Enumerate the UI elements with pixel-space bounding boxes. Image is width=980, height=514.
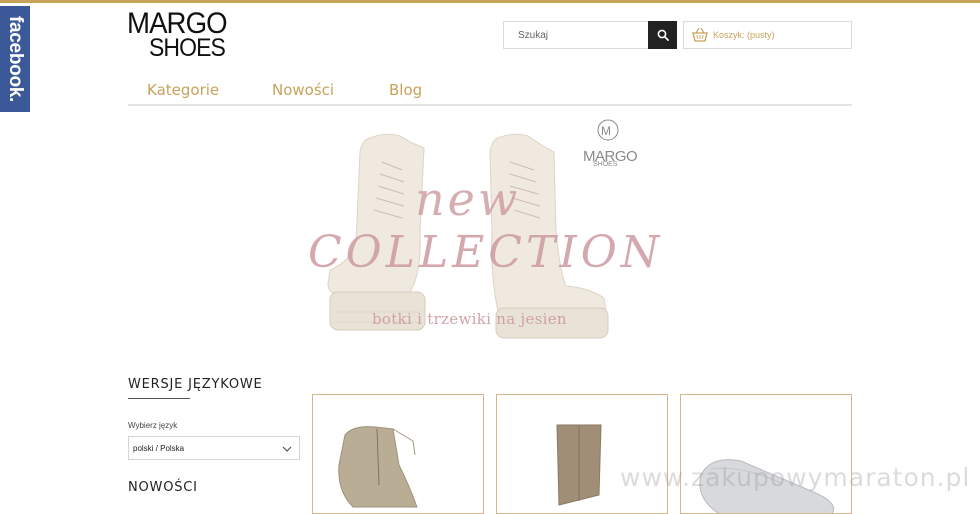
languages-title: WERSJE JĘZYKOWE — [128, 377, 263, 392]
nav-item-kategorie[interactable]: Kategorie — [147, 81, 219, 99]
basket-icon — [691, 27, 709, 43]
product-card-3[interactable] — [680, 394, 852, 514]
cart-box[interactable]: Koszyk: (pusty) — [683, 21, 852, 49]
search-button[interactable] — [648, 21, 677, 49]
svg-text:M: M — [601, 124, 611, 138]
main-navigation: Kategorie Nowości Blog — [128, 78, 852, 106]
product-card-1[interactable] — [312, 394, 484, 514]
hero-banner[interactable]: M MARGO SHOES new COLLECTION botki i trz… — [290, 112, 670, 352]
search-input[interactable] — [504, 22, 649, 48]
nav-item-blog[interactable]: Blog — [389, 81, 422, 99]
site-logo[interactable]: MARGO SHOES — [127, 8, 252, 62]
languages-title-underline — [128, 398, 190, 399]
search-box — [503, 21, 677, 49]
language-select-label: Wybierz język — [128, 421, 178, 430]
banner-headline-collection: COLLECTION — [308, 227, 664, 278]
banner-brand-line-2: SHOES — [593, 161, 618, 168]
top-accent-line — [0, 0, 980, 3]
product-card-2[interactable] — [496, 394, 668, 514]
facebook-side-tab[interactable]: facebook. — [0, 6, 30, 112]
language-select[interactable]: polski / Polska — [128, 436, 300, 460]
product-image-ankle-boot — [338, 426, 418, 508]
product-image-slip-on — [699, 459, 834, 513]
banner-headline-new: new — [415, 172, 521, 226]
nav-item-nowosci[interactable]: Nowości — [272, 81, 334, 99]
chevron-down-icon — [282, 446, 292, 452]
search-icon — [657, 29, 669, 41]
facebook-tab-label: facebook. — [5, 16, 26, 102]
watermark-text: www.zakupowymaraton.pl — [620, 463, 971, 492]
banner-subtitle: botki i trzewiki na jesien — [372, 310, 567, 328]
logo-line-2: SHOES — [149, 34, 226, 62]
cart-label: Koszyk: (pusty) — [713, 30, 775, 40]
news-title: NOWOŚCI — [128, 480, 198, 495]
product-image-knee-boot — [556, 424, 602, 506]
selected-language: polski / Polska — [133, 443, 185, 453]
